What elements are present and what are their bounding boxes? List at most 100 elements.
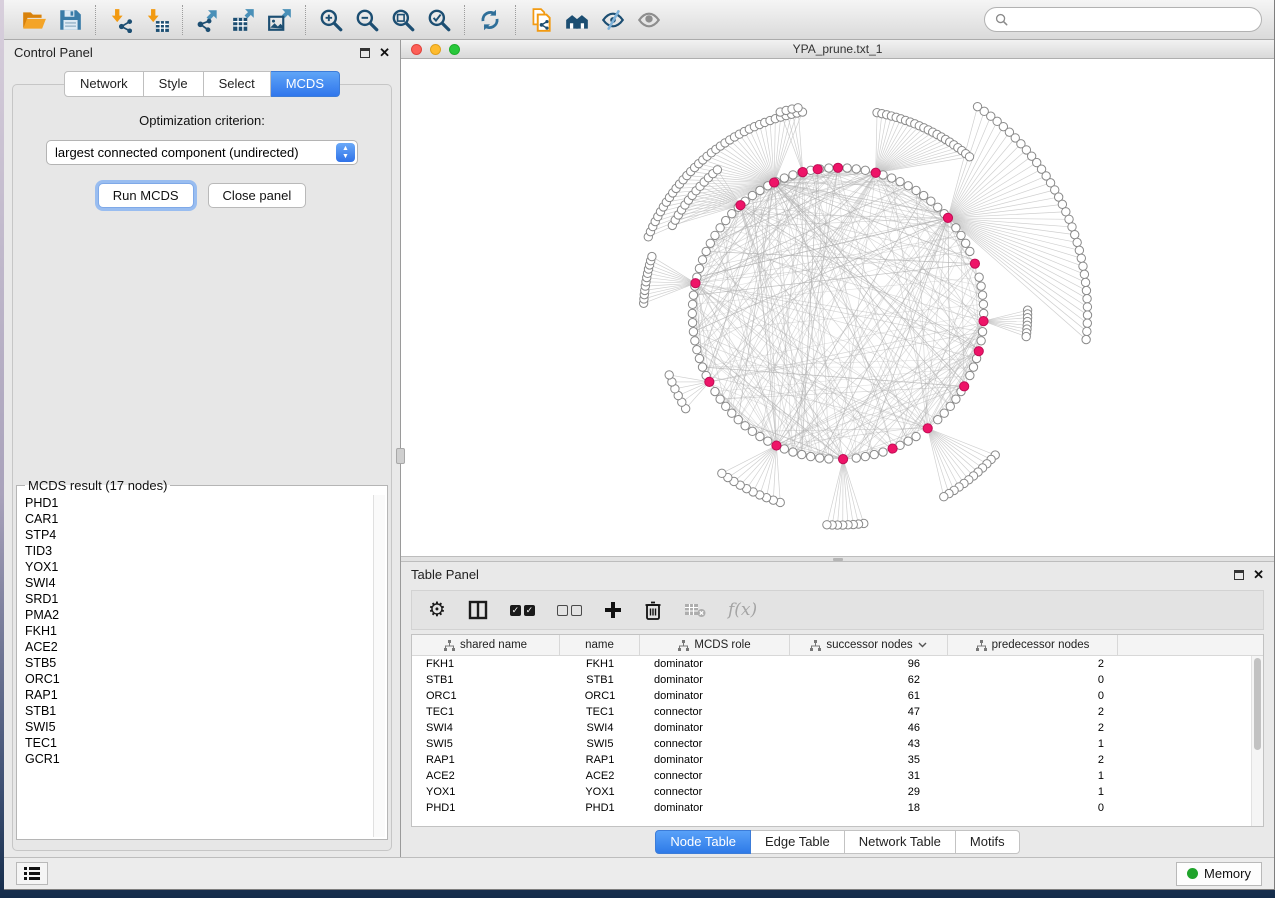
mcds-hub-node[interactable] — [770, 178, 779, 187]
result-node[interactable]: SWI4 — [25, 575, 385, 591]
close-panel-button[interactable]: Close panel — [208, 183, 307, 208]
select-all-icon[interactable]: ✓✓ — [510, 605, 535, 616]
add-column-icon[interactable] — [604, 601, 622, 619]
search-input[interactable] — [1014, 13, 1251, 27]
result-node[interactable]: YOX1 — [25, 559, 385, 575]
save-session-button[interactable] — [52, 4, 88, 36]
result-node[interactable]: TEC1 — [25, 735, 385, 751]
table-panel-splitter[interactable] — [401, 556, 1274, 562]
delete-column-icon[interactable] — [644, 600, 662, 620]
mcds-hub-node[interactable] — [736, 201, 745, 210]
run-mcds-button[interactable]: Run MCDS — [98, 183, 194, 208]
deselect-all-icon[interactable] — [557, 605, 582, 616]
column-header-predecessor-nodes[interactable]: predecessor nodes — [948, 635, 1118, 655]
mcds-hub-node[interactable] — [798, 168, 807, 177]
show-column-icon[interactable] — [468, 600, 488, 620]
float-table-panel-icon[interactable] — [1234, 570, 1244, 580]
first-neighbors-button[interactable] — [559, 4, 595, 36]
clone-network-button[interactable] — [523, 4, 559, 36]
panel-splitter-grip[interactable] — [396, 448, 405, 464]
function-builder-icon[interactable]: f(x) — [728, 600, 757, 620]
table-row[interactable]: ORC1ORC1dominator610 — [412, 688, 1263, 704]
tab-edge-table[interactable]: Edge Table — [751, 830, 845, 854]
tab-network-table[interactable]: Network Table — [845, 830, 956, 854]
column-header-name[interactable]: name — [560, 635, 640, 655]
window-close-icon[interactable] — [411, 44, 422, 55]
table-row[interactable]: YOX1YOX1connector291 — [412, 784, 1263, 800]
mcds-hub-node[interactable] — [923, 424, 932, 433]
network-canvas[interactable] — [401, 59, 1274, 556]
tab-mcds[interactable]: MCDS — [271, 71, 340, 97]
mcds-hub-node[interactable] — [970, 259, 979, 268]
refresh-button[interactable] — [472, 4, 508, 36]
hide-selected-button[interactable] — [595, 4, 631, 36]
mcds-hub-node[interactable] — [838, 455, 847, 464]
mcds-hub-node[interactable] — [772, 441, 781, 450]
table-row[interactable]: ACE2ACE2connector311 — [412, 768, 1263, 784]
result-node[interactable]: SRD1 — [25, 591, 385, 607]
mcds-hub-node[interactable] — [705, 377, 714, 386]
table-row[interactable]: SWI4SWI4dominator462 — [412, 720, 1263, 736]
result-node[interactable]: PHD1 — [25, 495, 385, 511]
mcds-result-list[interactable]: PHD1CAR1STP4TID3YOX1SWI4SRD1PMA2FKH1ACE2… — [23, 495, 385, 837]
export-table-button[interactable] — [226, 4, 262, 36]
mcds-hub-node[interactable] — [691, 279, 700, 288]
network-window-titlebar[interactable]: YPA_prune.txt_1 — [401, 40, 1274, 59]
result-node[interactable]: CAR1 — [25, 511, 385, 527]
table-row[interactable]: RAP1RAP1dominator352 — [412, 752, 1263, 768]
result-node[interactable]: GCR1 — [25, 751, 385, 767]
zoom-in-button[interactable] — [313, 4, 349, 36]
tab-node-table[interactable]: Node Table — [655, 830, 751, 854]
mcds-hub-node[interactable] — [888, 444, 897, 453]
table-row[interactable]: STB1STB1dominator620 — [412, 672, 1263, 688]
table-scrollbar[interactable] — [1251, 656, 1263, 826]
zoom-out-button[interactable] — [349, 4, 385, 36]
mcds-hub-node[interactable] — [833, 163, 842, 172]
network-graph[interactable] — [401, 59, 1274, 556]
mcds-hub-node[interactable] — [813, 165, 822, 174]
mcds-hub-node[interactable] — [974, 347, 983, 356]
table-row[interactable]: SWI5SWI5connector431 — [412, 736, 1263, 752]
tab-style[interactable]: Style — [144, 71, 204, 97]
result-node[interactable]: STB5 — [25, 655, 385, 671]
zoom-fit-button[interactable] — [385, 4, 421, 36]
mcds-hub-node[interactable] — [943, 213, 952, 222]
open-file-button[interactable] — [16, 4, 52, 36]
result-node[interactable]: TID3 — [25, 543, 385, 559]
float-panel-icon[interactable] — [360, 48, 370, 58]
mcds-hub-node[interactable] — [960, 382, 969, 391]
export-network-button[interactable] — [190, 4, 226, 36]
result-node[interactable]: ORC1 — [25, 671, 385, 687]
mcds-hub-node[interactable] — [979, 317, 988, 326]
import-network-button[interactable] — [103, 4, 139, 36]
column-header-successor-nodes[interactable]: successor nodes — [790, 635, 948, 655]
column-header-mcds-role[interactable]: MCDS role — [640, 635, 790, 655]
table-scrollbar-thumb[interactable] — [1254, 658, 1261, 750]
memory-button[interactable]: Memory — [1176, 862, 1262, 886]
table-row[interactable]: TEC1TEC1connector472 — [412, 704, 1263, 720]
result-node[interactable]: ACE2 — [25, 639, 385, 655]
result-list-scrollbar[interactable] — [373, 495, 385, 837]
table-row[interactable]: PHD1PHD1dominator180 — [412, 800, 1263, 816]
close-panel-icon[interactable]: ✕ — [379, 46, 390, 59]
result-node[interactable]: PMA2 — [25, 607, 385, 623]
export-image-button[interactable] — [262, 4, 298, 36]
result-node[interactable]: RAP1 — [25, 687, 385, 703]
import-table-button[interactable] — [139, 4, 175, 36]
show-all-button[interactable] — [631, 4, 667, 36]
result-node[interactable]: FKH1 — [25, 623, 385, 639]
tab-motifs[interactable]: Motifs — [956, 830, 1020, 854]
tab-network[interactable]: Network — [64, 71, 144, 97]
table-settings-icon[interactable]: ⚙ — [428, 600, 446, 620]
result-node[interactable]: SWI5 — [25, 719, 385, 735]
task-history-button[interactable] — [16, 862, 48, 885]
search-box[interactable] — [984, 7, 1262, 32]
mcds-hub-node[interactable] — [871, 168, 880, 177]
result-node[interactable]: STB1 — [25, 703, 385, 719]
zoom-selected-button[interactable] — [421, 4, 457, 36]
tab-select[interactable]: Select — [204, 71, 271, 97]
close-table-panel-icon[interactable]: ✕ — [1253, 568, 1264, 581]
result-node[interactable]: STP4 — [25, 527, 385, 543]
window-maximize-icon[interactable] — [449, 44, 460, 55]
delete-table-icon[interactable] — [684, 602, 706, 618]
